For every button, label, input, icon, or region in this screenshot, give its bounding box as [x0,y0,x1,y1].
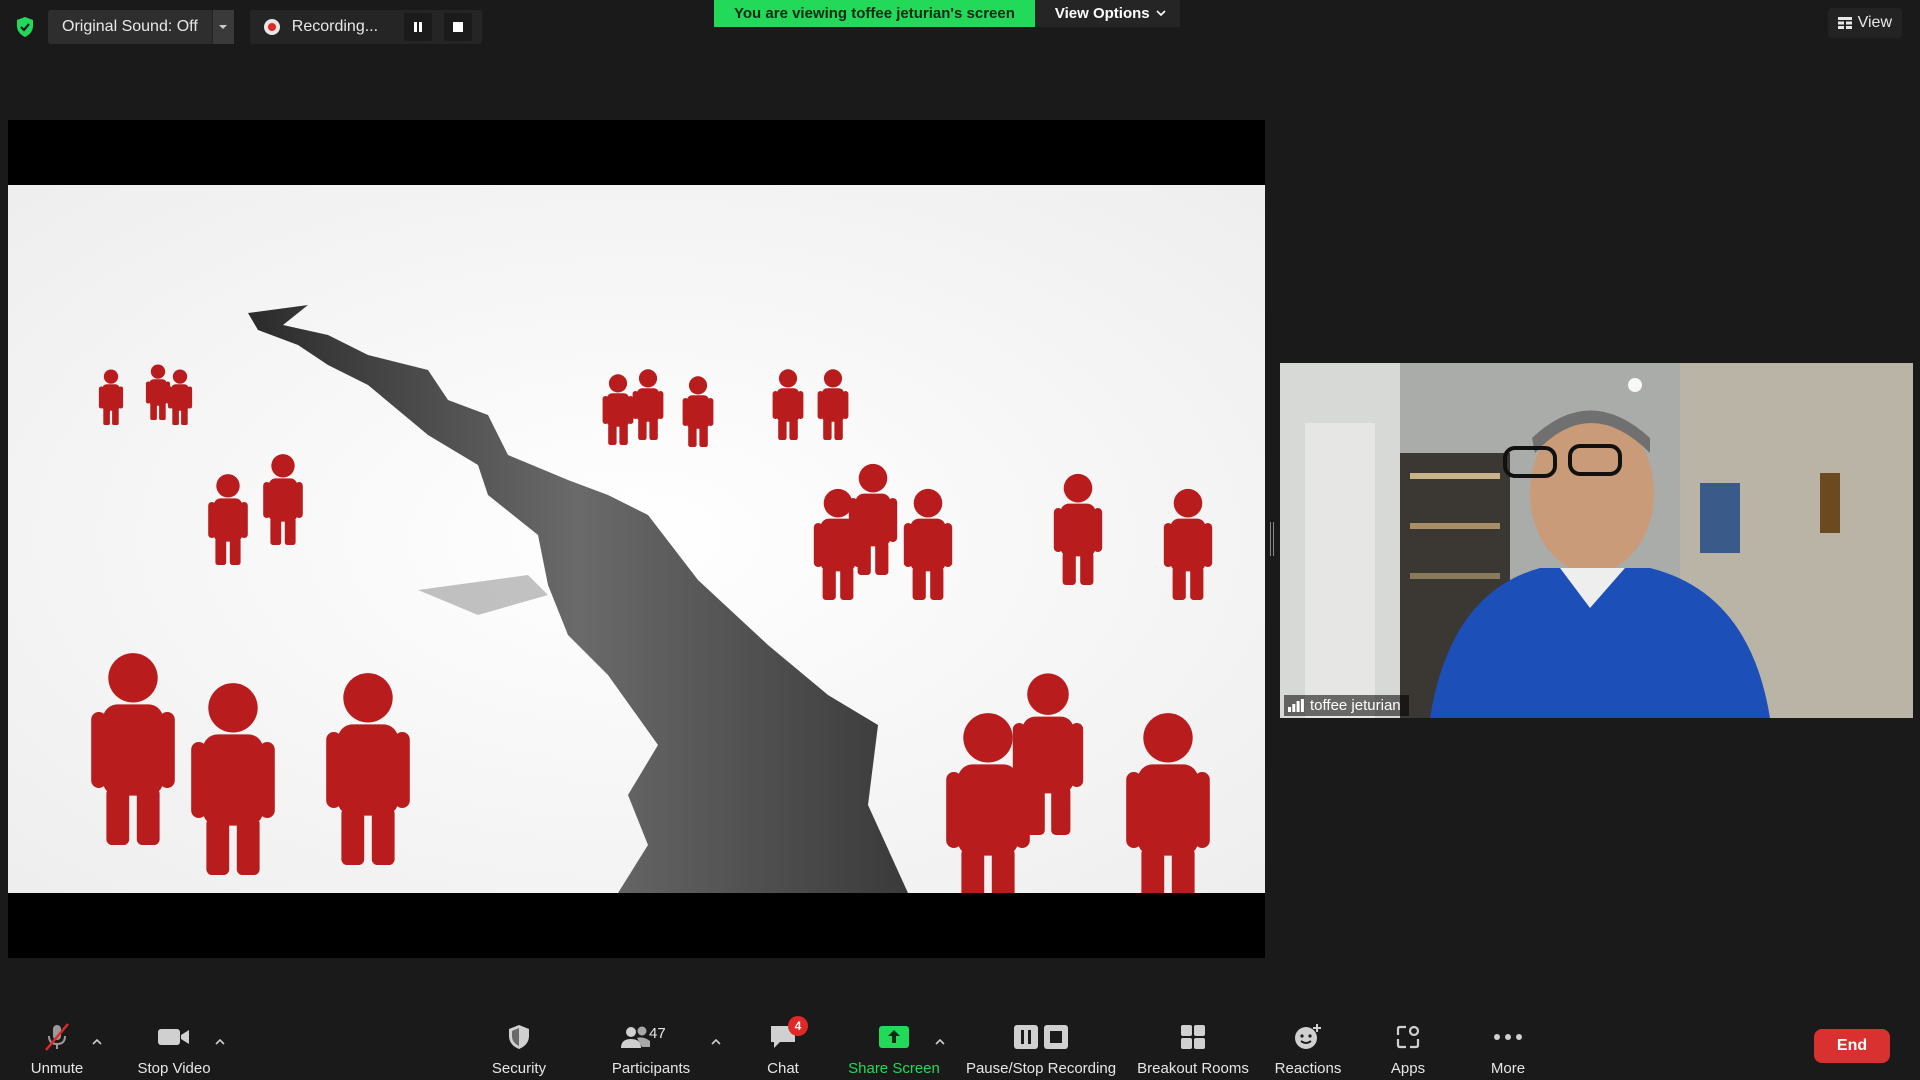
speaker-video-feed [1280,363,1913,718]
chat-label: Chat [767,1060,799,1077]
pause-recording-button[interactable] [403,13,432,41]
video-options-chevron-up-icon[interactable] [213,1034,227,1048]
security-button[interactable]: Security [454,1020,584,1077]
ellipsis-icon [1493,1020,1523,1054]
reactions-label: Reactions [1274,1060,1342,1077]
speaker-video-tile[interactable]: toffee jeturian [1280,363,1913,718]
share-screen-label: Share Screen [848,1060,940,1077]
more-button[interactable]: More [1443,1020,1573,1077]
unmute-label: Unmute [30,1060,84,1077]
speaker-name: toffee jeturian [1310,697,1401,714]
meeting-toolbar: Unmute Stop Video Security 47 Participan… [0,1008,1920,1080]
viewing-banner: You are viewing toffee jeturian's screen… [714,0,1180,27]
view-options-label: View Options [1054,5,1150,22]
view-button[interactable]: View [1827,8,1902,38]
chevron-down-icon [1156,10,1166,17]
stop-video-button[interactable]: Stop Video [109,1020,239,1077]
stop-recording-button[interactable] [443,13,472,41]
recording-indicator: Recording... [249,10,482,44]
grid-view-icon [1837,17,1852,29]
zoom-meeting-window: Original Sound: Off Recording... You are… [0,0,1920,1080]
unmute-button[interactable]: Unmute [0,1020,122,1077]
share-screen-button[interactable]: Share Screen [829,1020,959,1077]
view-label: View [1857,14,1892,31]
viewing-banner-text: You are viewing toffee jeturian's screen [714,0,1035,27]
top-left-controls: Original Sound: Off Recording... [12,9,482,45]
participants-count: 47 [649,1025,666,1042]
audio-options-chevron-up-icon[interactable] [90,1034,104,1048]
participants-label: Participants [611,1060,691,1077]
microphone-muted-icon [42,1020,72,1054]
stop-video-label: Stop Video [137,1060,211,1077]
share-screen-icon [878,1020,910,1054]
breakout-rooms-label: Breakout Rooms [1137,1060,1249,1077]
view-options-button[interactable]: View Options [1034,0,1180,27]
shared-slide-image [8,185,1265,893]
security-label: Security [491,1060,547,1077]
breakout-rooms-icon [1179,1020,1207,1054]
end-meeting-button[interactable]: End [1814,1029,1890,1063]
original-sound-control[interactable]: Original Sound: Off [48,10,234,44]
participants-button[interactable]: 47 Participants [586,1020,716,1077]
apps-label: Apps [1390,1060,1426,1077]
recording-label: Recording... [291,18,379,35]
recording-dot-icon [263,19,280,35]
pause-stop-icon [1012,1020,1070,1054]
more-label: More [1490,1060,1526,1077]
chat-unread-badge: 4 [788,1016,808,1036]
encryption-shield-icon[interactable] [12,14,38,40]
panel-resize-handle[interactable] [1270,522,1274,556]
video-camera-icon [157,1020,191,1054]
pause-stop-recording-label: Pause/Stop Recording [965,1060,1117,1077]
participants-icon: 47 [611,1020,691,1054]
original-sound-label[interactable]: Original Sound: Off [48,10,212,44]
pause-stop-recording-button[interactable]: Pause/Stop Recording [961,1020,1121,1077]
share-options-chevron-up-icon[interactable] [933,1034,947,1048]
chat-bubble-icon: 4 [768,1016,808,1054]
smiley-plus-icon [1293,1020,1323,1054]
signal-strength-icon [1288,699,1304,712]
speaker-name-tag: toffee jeturian [1284,695,1409,716]
apps-icon [1394,1020,1422,1054]
chevron-down-icon[interactable] [211,10,234,44]
shared-screen [8,120,1265,958]
shield-icon [506,1020,532,1054]
